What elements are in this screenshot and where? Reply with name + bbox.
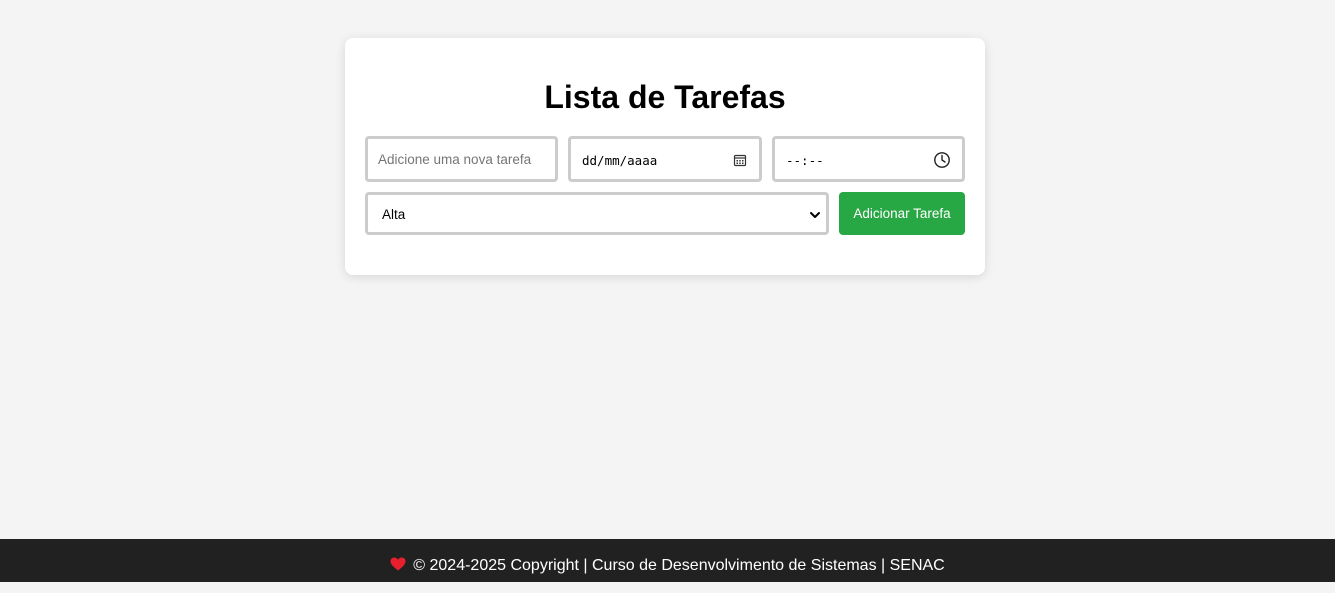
task-card: Lista de Tarefas Adicione uma nova taref…: [345, 38, 985, 275]
footer-text: © 2024-2025 Copyright | Curso de Desenvo…: [413, 557, 945, 574]
heart-icon: [390, 557, 406, 571]
calendar-icon[interactable]: [733, 153, 747, 167]
priority-selected-value: Alta: [382, 207, 406, 222]
time-input[interactable]: --:--: [772, 136, 965, 182]
clock-icon[interactable]: [933, 151, 951, 169]
priority-select[interactable]: Alta: [365, 192, 829, 235]
page-title: Lista de Tarefas: [544, 79, 786, 115]
time-input-placeholder: --:--: [786, 153, 824, 168]
footer: © 2024-2025 Copyright | Curso de Desenvo…: [0, 539, 1335, 582]
date-input-placeholder: dd/mm/aaaa: [582, 153, 658, 168]
chevron-down-icon: [810, 212, 820, 218]
date-input[interactable]: dd/mm/aaaa: [568, 136, 762, 182]
add-task-button[interactable]: Adicionar Tarefa: [839, 192, 965, 235]
task-input-placeholder: Adicione uma nova tarefa: [378, 152, 532, 167]
task-input[interactable]: Adicione uma nova tarefa: [365, 136, 558, 182]
